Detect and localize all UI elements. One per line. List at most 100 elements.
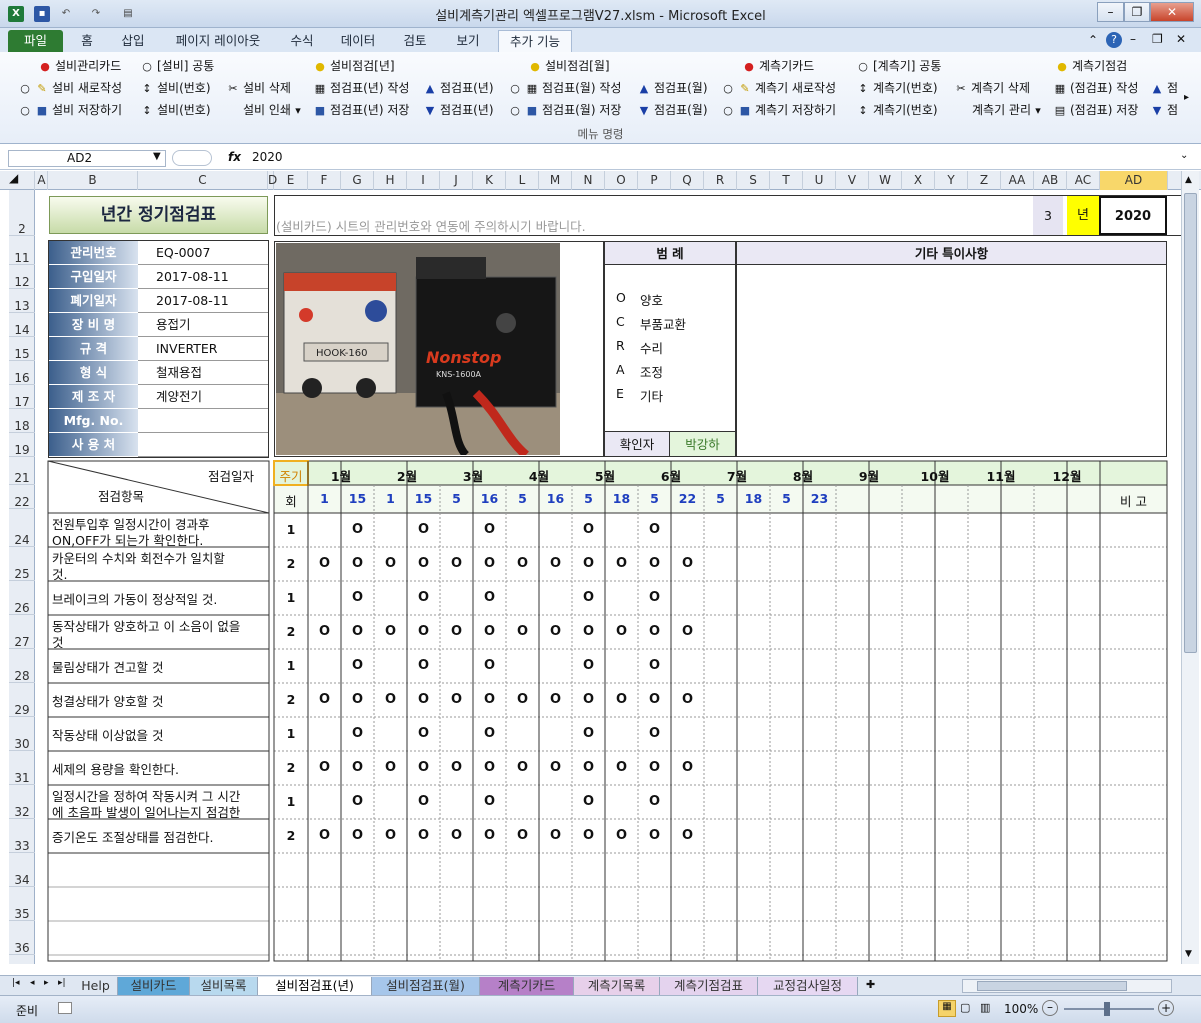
sheet-tab[interactable]: 설비목록 <box>190 977 258 995</box>
ribbon-btn-gauge-save[interactable]: ○ ■ 계측기 저장하기 <box>721 100 836 120</box>
page-break-view-icon[interactable]: ▥ <box>980 1001 990 1014</box>
name-box[interactable]: AD2 <box>8 150 166 167</box>
tab-view[interactable]: 보기 <box>446 30 490 52</box>
row-header-19[interactable]: 19 <box>9 433 35 457</box>
ribbon-scroll-right-icon[interactable]: ▸ <box>1184 92 1189 103</box>
item-text[interactable]: 브레이크의 가동이 정상적일 것. <box>52 589 267 608</box>
row-header-31[interactable]: 31 <box>9 751 35 785</box>
column-header-g[interactable]: G <box>341 171 374 190</box>
row-header-27[interactable]: 27 <box>9 615 35 649</box>
ribbon-btn-gauge-manage[interactable]: 계측기 관리 ▾ <box>972 100 1048 120</box>
row-header-21[interactable]: 21 <box>9 461 35 485</box>
column-header-y[interactable]: Y <box>935 171 968 190</box>
ribbon-btn-gauge-sheet-down[interactable]: ▼ 점 <box>1150 100 1178 120</box>
row-header-35[interactable]: 35 <box>9 887 35 921</box>
ribbon-btn-gauge-sheet-save[interactable]: ▤ (점검표) 저장 <box>1053 100 1139 120</box>
ribbon-btn-equip-print[interactable]: 설비 인쇄 ▾ <box>243 100 308 120</box>
row-header-34[interactable]: 34 <box>9 853 35 887</box>
tab-nav-last-icon[interactable]: ▸| <box>58 978 66 988</box>
column-header-ab[interactable]: AB <box>1034 171 1067 190</box>
column-header-aa[interactable]: AA <box>1001 171 1034 190</box>
formula-input[interactable]: 2020 <box>252 150 283 164</box>
ribbon-btn-gauge-sheet-up[interactable]: ▲ 점 <box>1150 78 1178 98</box>
row-header-15[interactable]: 15 <box>9 337 35 361</box>
formula-expand-icon[interactable]: ⌄ <box>1180 150 1188 161</box>
sheet-tab[interactable]: 설비카드 <box>118 977 190 995</box>
scroll-up-icon[interactable]: ▲ <box>1185 175 1192 185</box>
ribbon-btn-year-up[interactable]: ▲ 점검표(년) <box>423 78 494 98</box>
row-header-28[interactable]: 28 <box>9 649 35 683</box>
column-header-p[interactable]: P <box>638 171 671 190</box>
zoom-out-icon[interactable]: – <box>1042 1000 1058 1016</box>
row-header-22[interactable]: 22 <box>9 485 35 509</box>
ribbon-btn-equip-save[interactable]: ○ ■ 설비 저장하기 <box>18 100 122 120</box>
page-layout-view-icon[interactable]: ▢ <box>960 1001 970 1014</box>
tab-page-layout[interactable]: 페이지 레이아웃 <box>164 30 272 52</box>
column-header-q[interactable]: Q <box>671 171 704 190</box>
ribbon-btn-month-down[interactable]: ▼ 점검표(월) <box>637 100 708 120</box>
sheet-tab[interactable]: 설비점검표(월) <box>372 977 480 995</box>
row-header-36[interactable]: 36 <box>9 921 35 955</box>
tab-nav-prev-icon[interactable]: ◂ <box>30 978 35 988</box>
row-header-30[interactable]: 30 <box>9 717 35 751</box>
ribbon-btn-equip-common[interactable]: ○ [설비] 공통 <box>140 56 214 76</box>
ribbon-btn-gauge-new[interactable]: ○ ✎ 계측기 새로작성 <box>721 78 836 98</box>
zoom-slider-thumb[interactable] <box>1104 1002 1110 1016</box>
ribbon-btn-equip-no-up[interactable]: ↕ 설비(번호) <box>140 78 210 98</box>
scroll-thumb[interactable] <box>1184 193 1197 653</box>
column-header-m[interactable]: M <box>539 171 572 190</box>
column-header-r[interactable]: R <box>704 171 737 190</box>
column-header-l[interactable]: L <box>506 171 539 190</box>
row-header-32[interactable]: 32 <box>9 785 35 819</box>
column-header-s[interactable]: S <box>737 171 770 190</box>
ribbon-minimize-icon[interactable]: – <box>1130 32 1136 46</box>
restore-icon[interactable]: ❐ <box>1124 2 1150 22</box>
ribbon-btn-gauge-common[interactable]: ○ [계측기] 공통 <box>856 56 941 76</box>
item-text[interactable]: 것. <box>52 564 267 583</box>
tab-insert[interactable]: 삽입 <box>112 30 154 52</box>
ribbon-btn-equip-no-down[interactable]: ↕ 설비(번호) <box>140 100 210 120</box>
tab-nav-first-icon[interactable]: |◂ <box>12 978 20 988</box>
sheet-tab[interactable]: 계측기목록 <box>574 977 660 995</box>
ribbon-btn-month-up[interactable]: ▲ 점검표(월) <box>637 78 708 98</box>
column-header-h[interactable]: H <box>374 171 407 190</box>
item-text[interactable]: ON,OFF가 되는가 확인한다. <box>52 530 267 549</box>
ribbon-btn-equip-new[interactable]: ○ ✎ 설비 새로작성 <box>18 78 122 98</box>
column-header-w[interactable]: W <box>869 171 902 190</box>
tab-home[interactable]: 홈 <box>72 30 102 52</box>
ribbon-btn-gauge-no-up[interactable]: ↕ 계측기(번호) <box>856 78 937 98</box>
column-header-x[interactable]: X <box>902 171 935 190</box>
vertical-scrollbar[interactable]: ▲ ▼ <box>1181 171 1199 964</box>
ribbon-btn-year-save[interactable]: ■ 점검표(년) 저장 <box>313 100 410 120</box>
ribbon-btn-year-down[interactable]: ▼ 점검표(년) <box>423 100 494 120</box>
column-header-z[interactable]: Z <box>968 171 1001 190</box>
item-text[interactable]: 물림상태가 견고할 것 <box>52 657 267 676</box>
column-header-c[interactable]: C <box>138 171 268 190</box>
row-header-2[interactable]: 2 <box>9 190 35 236</box>
ribbon-restore-icon[interactable]: ❐ <box>1152 32 1163 46</box>
row-header-33[interactable]: 33 <box>9 819 35 853</box>
tab-review[interactable]: 검토 <box>394 30 436 52</box>
column-header-n[interactable]: N <box>572 171 605 190</box>
horizontal-scrollbar[interactable] <box>962 979 1172 993</box>
tab-formulas[interactable]: 수식 <box>282 30 322 52</box>
ribbon-btn-gauge-no-down[interactable]: ↕ 계측기(번호) <box>856 100 937 120</box>
item-text[interactable]: 것 <box>52 632 267 651</box>
row-header-26[interactable]: 26 <box>9 581 35 615</box>
row-header-29[interactable]: 29 <box>9 683 35 717</box>
collapse-ribbon-icon[interactable]: ⌃ <box>1088 33 1098 47</box>
close-icon[interactable]: ✕ <box>1150 2 1194 22</box>
ribbon-btn-equip-delete[interactable]: ✂ 설비 삭제 <box>226 78 291 98</box>
select-all-corner[interactable]: ◢ <box>9 171 35 190</box>
sheet-tab[interactable]: 교정검사일정 <box>758 977 858 995</box>
name-box-dropdown-icon[interactable]: ▼ <box>153 151 161 162</box>
row-header-25[interactable]: 25 <box>9 547 35 581</box>
help-icon[interactable]: ? <box>1106 32 1122 48</box>
sheet-tab[interactable]: 계측기점검표 <box>660 977 758 995</box>
ribbon-btn-equip-check-year[interactable]: ● 설비점검[년] <box>313 56 394 76</box>
normal-view-icon[interactable]: ▦ <box>938 1000 956 1017</box>
column-header-ad[interactable]: AD <box>1100 171 1168 190</box>
column-header-e[interactable]: E <box>274 171 308 190</box>
ribbon-btn-gauge-card[interactable]: ● 계측기카드 <box>742 56 814 76</box>
ribbon-btn-gauge-sheet-create[interactable]: ▦ (점검표) 작성 <box>1053 78 1139 98</box>
